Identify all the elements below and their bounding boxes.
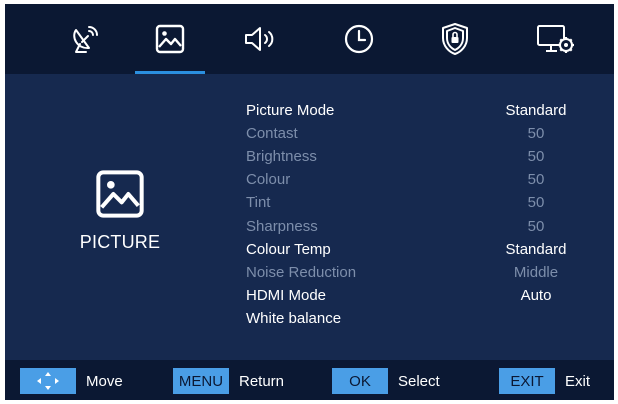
section-title: PICTURE <box>79 232 161 252</box>
monitor-settings-icon <box>537 25 574 53</box>
menu-item-value: Standard <box>505 240 567 258</box>
menu-row-tint[interactable]: Tint 50 <box>246 191 586 214</box>
tab-channel[interactable] <box>55 4 115 74</box>
clock-icon <box>344 24 374 54</box>
picture-icon <box>95 169 145 224</box>
menu-item-value: Standard <box>505 102 567 119</box>
menu-row-sharpness[interactable]: Sharpness 50 <box>246 215 586 238</box>
tab-sound[interactable] <box>230 4 290 74</box>
menu-item-label: Picture Mode <box>246 102 335 119</box>
menu-item-label: Tint <box>246 194 271 212</box>
menu-row-noise-reduction[interactable]: Noise Reduction Middle <box>246 261 586 284</box>
menu-row-white-balance[interactable]: White balance <box>246 307 586 330</box>
menu-item-value: 50 <box>527 194 545 212</box>
satellite-dish-icon <box>73 26 98 53</box>
menu-item-value: Auto <box>520 286 552 304</box>
menu-row-picture-mode[interactable]: Picture Mode Standard <box>246 99 586 122</box>
exit-label: Exit <box>565 372 591 390</box>
select-label: Select <box>398 372 440 390</box>
hint-exit: EXIT Exit <box>499 368 590 394</box>
section-panel: PICTURE <box>65 169 175 253</box>
lock-shield-icon <box>442 23 468 55</box>
move-label: Move <box>86 372 123 390</box>
tab-time[interactable] <box>329 4 389 74</box>
ok-key[interactable]: OK <box>332 368 388 394</box>
speaker-icon <box>245 27 274 51</box>
menu-row-brightness[interactable]: Brightness 50 <box>246 145 586 168</box>
menu-item-label: Noise Reduction <box>246 263 357 281</box>
menu-item-value: 50 <box>527 217 545 235</box>
tv-osd-window: PICTURE Picture Mode Standard Contast 50 Bri… <box>5 4 614 400</box>
menu-item-label: White balance <box>246 309 342 327</box>
footer-bar: Move MENU Return OK Select EXIT Exit <box>5 360 614 400</box>
menu-row-colour-temp[interactable]: Colour Temp Standard <box>246 238 586 261</box>
menu-item-label: Colour Temp <box>246 240 331 258</box>
menu-item-value: 50 <box>527 171 545 189</box>
menu-item-label: Colour <box>246 171 291 189</box>
menu-row-contast[interactable]: Contast 50 <box>246 122 586 145</box>
move-key[interactable] <box>20 368 76 394</box>
tab-setup[interactable] <box>520 4 590 74</box>
return-label: Return <box>239 372 285 390</box>
menu-item-value: 50 <box>527 125 545 143</box>
menu-item-label: Brightness <box>246 148 317 166</box>
hint-move: Move <box>20 368 123 394</box>
menu-row-hdmi-mode[interactable]: HDMI Mode Auto <box>246 284 586 307</box>
hint-return: MENU Return <box>173 368 284 394</box>
menu-item-value: 50 <box>527 148 545 166</box>
menu-item-label: Contast <box>246 125 298 143</box>
exit-key[interactable]: EXIT <box>499 368 555 394</box>
hint-select: OK Select <box>332 368 440 394</box>
tab-lock[interactable] <box>425 4 485 74</box>
menu-item-label: Sharpness <box>246 217 318 235</box>
top-tab-bar <box>5 4 614 74</box>
content-area: PICTURE Picture Mode Standard Contast 50 Bri… <box>5 74 614 360</box>
picture-icon <box>155 24 185 54</box>
tab-picture[interactable] <box>135 4 205 74</box>
menu-item-value: Middle <box>513 263 559 281</box>
menu-item-label: HDMI Mode <box>246 286 327 304</box>
menu-row-colour[interactable]: Colour 50 <box>246 168 586 191</box>
arrows-icon <box>37 372 59 390</box>
menu-key[interactable]: MENU <box>173 368 229 394</box>
